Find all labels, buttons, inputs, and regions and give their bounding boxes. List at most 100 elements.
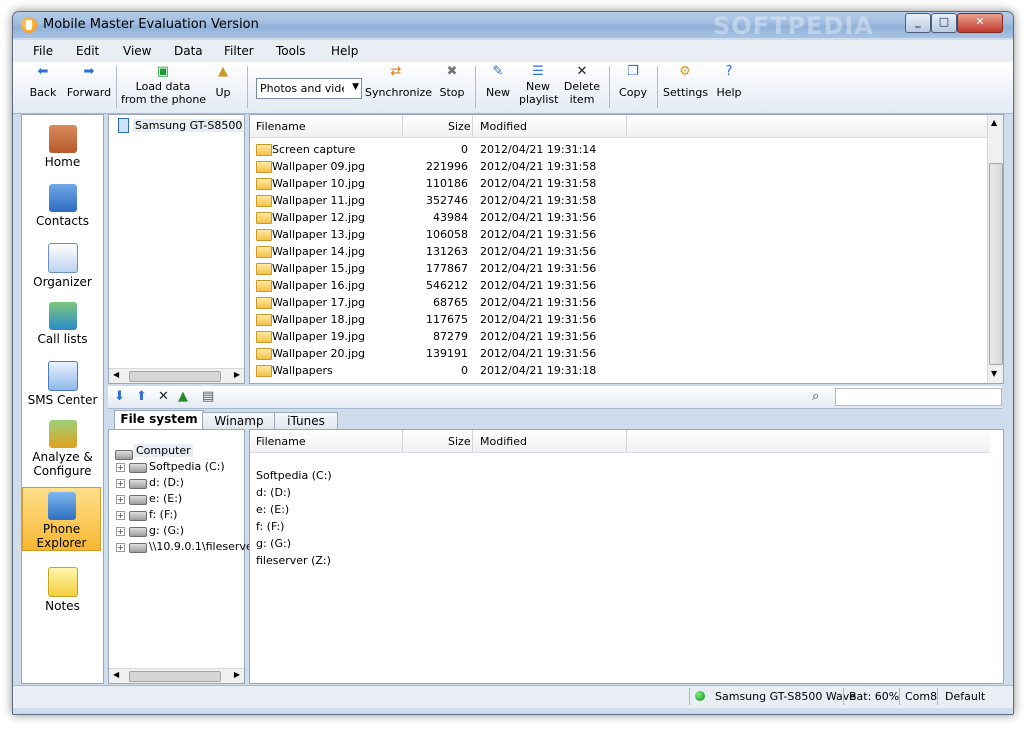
- col-filename[interactable]: Filename: [256, 120, 306, 133]
- nav-sms-center[interactable]: SMS Center: [23, 361, 102, 411]
- nav-organizer[interactable]: Organizer: [23, 243, 102, 293]
- expand-icon[interactable]: +: [116, 511, 125, 520]
- minimize-button[interactable]: _: [905, 13, 931, 33]
- search-icon[interactable]: ⌕: [812, 389, 819, 405]
- column-divider[interactable]: [472, 115, 473, 137]
- maximize-button[interactable]: □: [931, 13, 957, 33]
- tree-node-label[interactable]: e: (E:): [149, 492, 182, 505]
- nav-notes[interactable]: Notes: [23, 567, 102, 617]
- device-node[interactable]: Samsung GT-S8500 Wave: [133, 119, 243, 132]
- table-row[interactable]: Wallpaper 14.jpg 131263 2012/04/21 19:31:5…: [254, 243, 974, 260]
- search-input[interactable]: [835, 388, 1002, 406]
- move-down-icon[interactable]: ⬇: [114, 389, 125, 405]
- scroll-down-icon[interactable]: ▼: [991, 369, 997, 378]
- load-data-button[interactable]: ▣ Load data from the phone: [121, 64, 206, 106]
- settings-button[interactable]: ⚙ Settings: [663, 64, 708, 99]
- col-modified[interactable]: Modified: [480, 435, 527, 448]
- col-size[interactable]: Size: [448, 120, 471, 133]
- forward-button[interactable]: ➡ Forward: [65, 64, 113, 99]
- table-row[interactable]: Screen capture 0 2012/04/21 19:31:14: [254, 141, 974, 158]
- table-row[interactable]: Wallpaper 19.jpg 87279 2012/04/21 19:31:56: [254, 328, 974, 345]
- move-up-icon[interactable]: ⬆: [136, 389, 147, 405]
- tree-node-label[interactable]: f: (F:): [149, 508, 177, 521]
- column-divider[interactable]: [402, 115, 403, 137]
- list-item[interactable]: fileserver (Z:): [256, 554, 331, 567]
- list-item[interactable]: Softpedia (C:): [256, 469, 332, 482]
- column-divider[interactable]: [626, 115, 627, 137]
- copy-button[interactable]: ❐ Copy: [617, 64, 649, 99]
- tree-root-computer[interactable]: Computer: [134, 444, 193, 457]
- phone-file-vscrollbar[interactable]: ▲ ▼: [987, 115, 1003, 383]
- table-row[interactable]: Wallpaper 11.jpg 352746 2012/04/21 19:31:5…: [254, 192, 974, 209]
- menu-help[interactable]: Help: [331, 44, 358, 58]
- device-tree-hscrollbar[interactable]: ◀ ▶: [109, 368, 244, 383]
- delete-icon[interactable]: ✕: [158, 389, 169, 405]
- col-filename[interactable]: Filename: [256, 435, 306, 448]
- table-row[interactable]: Wallpaper 17.jpg 68765 2012/04/21 19:31:56: [254, 294, 974, 311]
- scroll-up-icon[interactable]: ▲: [991, 118, 997, 127]
- list-item[interactable]: e: (E:): [256, 503, 289, 516]
- new-playlist-button[interactable]: ☰ New playlist: [519, 64, 558, 106]
- scroll-right-icon[interactable]: ▶: [234, 370, 240, 379]
- up-button[interactable]: ▲ Up: [211, 64, 235, 99]
- expand-icon[interactable]: +: [116, 543, 125, 552]
- expand-icon[interactable]: +: [116, 495, 125, 504]
- table-row[interactable]: Wallpaper 18.jpg 117675 2012/04/21 19:31:5…: [254, 311, 974, 328]
- pc-tree-hscrollbar[interactable]: ◀ ▶: [109, 668, 244, 683]
- column-divider[interactable]: [472, 430, 473, 452]
- expand-icon[interactable]: +: [116, 463, 125, 472]
- column-divider[interactable]: [402, 430, 403, 452]
- table-row[interactable]: Wallpaper 10.jpg 110186 2012/04/21 19:31:5…: [254, 175, 974, 192]
- column-divider[interactable]: [626, 430, 627, 452]
- expand-icon[interactable]: +: [116, 527, 125, 536]
- close-button[interactable]: ✕: [957, 13, 1003, 33]
- col-modified[interactable]: Modified: [480, 120, 527, 133]
- list-item[interactable]: d: (D:): [256, 486, 291, 499]
- nav-call-lists[interactable]: Call lists: [23, 302, 102, 352]
- menu-tools[interactable]: Tools: [276, 44, 306, 58]
- folder-up-icon[interactable]: ▲: [178, 389, 188, 405]
- menu-view[interactable]: View: [123, 44, 151, 58]
- properties-icon[interactable]: ▤: [202, 389, 214, 405]
- stop-button[interactable]: ✖ Stop: [437, 64, 467, 99]
- list-item[interactable]: f: (F:): [256, 520, 284, 533]
- vscroll-thumb[interactable]: [989, 163, 1003, 365]
- help-button[interactable]: ? Help: [715, 64, 743, 99]
- list-item[interactable]: g: (G:): [256, 537, 291, 550]
- nav-analyze-configure[interactable]: Analyze & Configure: [23, 420, 102, 482]
- menu-filter[interactable]: Filter: [224, 44, 254, 58]
- scroll-right-icon[interactable]: ▶: [234, 670, 240, 679]
- table-row[interactable]: Wallpaper 20.jpg 139191 2012/04/21 19:31:5…: [254, 345, 974, 362]
- tree-node-label[interactable]: g: (G:): [149, 524, 184, 537]
- tab-winamp[interactable]: Winamp: [202, 412, 276, 429]
- tree-node-label[interactable]: \\10.9.0.1\fileserver: [149, 540, 257, 553]
- nav-home[interactable]: Home: [23, 125, 102, 175]
- delete-item-button[interactable]: ✕ Delete item: [563, 64, 601, 106]
- nav-phone-explorer[interactable]: Phone Explorer: [22, 487, 101, 551]
- tree-node-label[interactable]: Softpedia (C:): [149, 460, 225, 473]
- hscroll-thumb[interactable]: [129, 371, 221, 382]
- table-row[interactable]: Wallpaper 16.jpg 546212 2012/04/21 19:31:5…: [254, 277, 974, 294]
- table-row[interactable]: Wallpaper 15.jpg 177867 2012/04/21 19:31:5…: [254, 260, 974, 277]
- back-button[interactable]: ⬅ Back: [25, 64, 61, 99]
- tree-node-label[interactable]: d: (D:): [149, 476, 184, 489]
- chevron-down-icon[interactable]: ▼: [352, 82, 359, 92]
- col-size[interactable]: Size: [448, 435, 471, 448]
- menu-edit[interactable]: Edit: [76, 44, 99, 58]
- scroll-left-icon[interactable]: ◀: [113, 670, 119, 679]
- table-row[interactable]: Wallpaper 09.jpg 221996 2012/04/21 19:31:5…: [254, 158, 974, 175]
- table-row[interactable]: Wallpapers 0 2012/04/21 19:31:18: [254, 362, 974, 379]
- expand-icon[interactable]: +: [116, 479, 125, 488]
- new-button[interactable]: ✎ New: [485, 64, 511, 99]
- synchronize-button[interactable]: ⇄ Synchronize: [365, 64, 432, 99]
- scroll-left-icon[interactable]: ◀: [113, 370, 119, 379]
- table-row[interactable]: Wallpaper 12.jpg 43984 2012/04/21 19:31:56: [254, 209, 974, 226]
- tab-file-system[interactable]: File system: [114, 410, 204, 430]
- table-row[interactable]: Wallpaper 13.jpg 106058 2012/04/21 19:31:5…: [254, 226, 974, 243]
- hscroll-thumb[interactable]: [129, 671, 221, 682]
- nav-contacts[interactable]: Contacts: [23, 184, 102, 234]
- menu-data[interactable]: Data: [174, 44, 203, 58]
- tab-itunes[interactable]: iTunes: [274, 412, 338, 429]
- menu-file[interactable]: File: [33, 44, 53, 58]
- combo-box[interactable]: Photos and videos ▼: [256, 78, 362, 99]
